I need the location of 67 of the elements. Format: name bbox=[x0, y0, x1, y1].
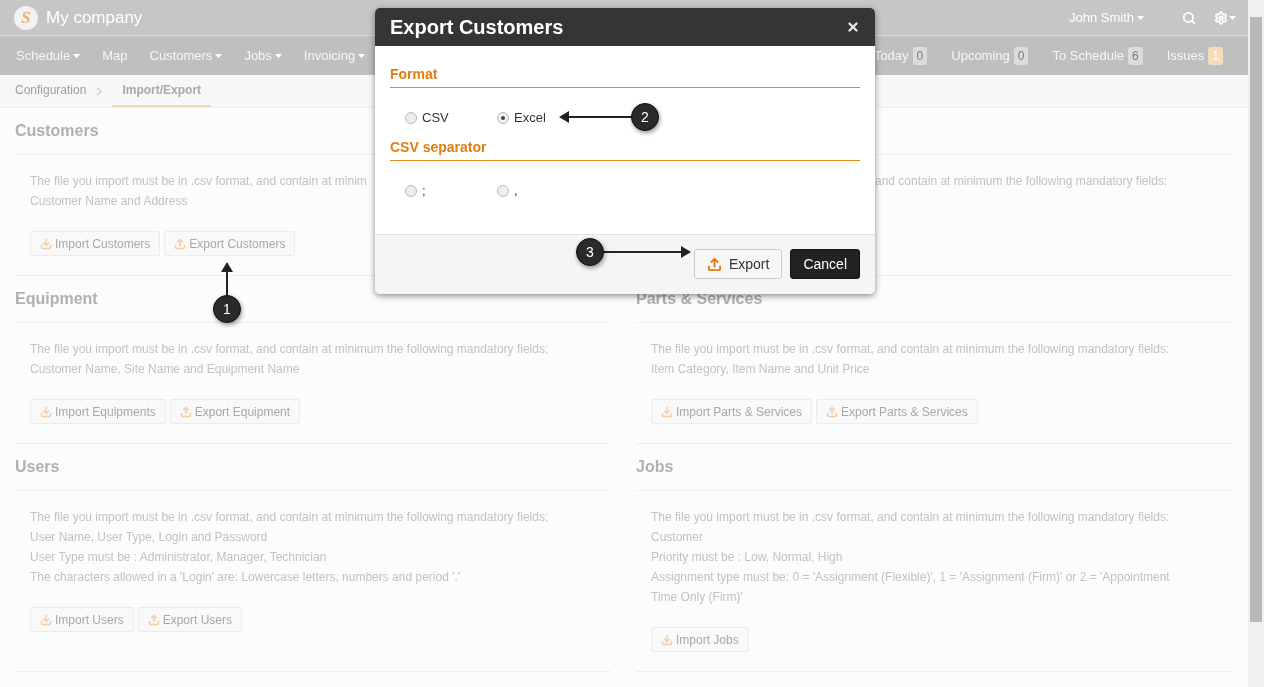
breadcrumb-item[interactable]: Configuration bbox=[15, 75, 87, 107]
step-badge: 1 bbox=[213, 295, 241, 323]
company-logo: S bbox=[14, 5, 38, 30]
radio-option[interactable]: Excel bbox=[497, 110, 581, 125]
company-name: My company bbox=[46, 7, 143, 28]
upload-icon bbox=[706, 256, 722, 272]
section-text: The characters allowed in a 'Login' are: Lowercase letters, numbers and period '.' bbox=[30, 569, 461, 586]
section-title: Customers bbox=[15, 122, 99, 140]
import-button[interactable]: Import Parts & Services bbox=[651, 399, 813, 424]
section-title: Equipment bbox=[15, 290, 98, 308]
export-button[interactable]: Export Parts & Services bbox=[816, 399, 978, 424]
download-icon bbox=[40, 405, 52, 418]
radio-option[interactable]: , bbox=[497, 183, 581, 198]
download-icon bbox=[661, 633, 673, 646]
scrollbar[interactable] bbox=[1248, 0, 1264, 687]
section-text: Customer bbox=[651, 529, 703, 546]
export-button[interactable]: Export Customers bbox=[164, 231, 296, 256]
count-badge: 6 bbox=[1128, 46, 1143, 65]
breadcrumb-item[interactable]: Import/Export bbox=[112, 75, 212, 107]
download-icon bbox=[40, 237, 52, 250]
section-title: Users bbox=[15, 458, 60, 476]
upload-icon bbox=[179, 405, 192, 418]
section-text: Customer Name and Address bbox=[30, 193, 188, 210]
radio-icon[interactable] bbox=[405, 111, 417, 124]
radio-option[interactable]: ; bbox=[405, 183, 489, 198]
caret-icon bbox=[73, 53, 81, 58]
import-button[interactable]: Import Users bbox=[30, 607, 134, 632]
cancel-button[interactable]: Cancel bbox=[790, 249, 860, 279]
export-button[interactable]: Export Equipment bbox=[169, 399, 301, 424]
caret-icon bbox=[274, 53, 282, 58]
export-button[interactable]: Export Users bbox=[137, 607, 243, 632]
import-button[interactable]: Import Jobs bbox=[651, 627, 749, 652]
download-icon bbox=[661, 405, 673, 418]
radio-icon[interactable] bbox=[405, 184, 417, 197]
upload-icon bbox=[147, 613, 160, 626]
import-button[interactable]: Import Equipments bbox=[30, 399, 166, 424]
section-text: User Name, User Type, Login and Password bbox=[30, 529, 268, 546]
upload-icon bbox=[826, 405, 839, 418]
close-icon[interactable] bbox=[846, 20, 860, 34]
section-text: Item Category, Item Name and Unit Price bbox=[651, 361, 870, 378]
user-menu[interactable]: John Smith bbox=[1068, 10, 1144, 25]
section-text: Assignment type must be: 0 = 'Assignment (Flexible)', 1 = 'Assignment (Firm)' or 2 = 'Appointment Time Only (Firm)' bbox=[651, 569, 1171, 606]
group-title: Format bbox=[390, 66, 860, 88]
count-badge: 0 bbox=[1013, 46, 1029, 65]
section-title: Jobs bbox=[636, 458, 674, 476]
caret-icon bbox=[358, 53, 366, 58]
section-text: User Type must be : Administrator, Manager, Technician bbox=[30, 549, 327, 566]
import-button[interactable]: Import Customers bbox=[30, 231, 161, 256]
upload-icon bbox=[174, 237, 187, 250]
download-icon bbox=[40, 613, 52, 626]
count-badge: 1 bbox=[1208, 46, 1223, 65]
caret-icon bbox=[1229, 15, 1236, 20]
export-button[interactable]: Export bbox=[693, 249, 783, 279]
radio-option[interactable]: CSV bbox=[405, 110, 489, 125]
section-text: Customer Name, Site Name and Equipment Name bbox=[30, 361, 300, 378]
caret-icon bbox=[1137, 15, 1144, 20]
group-title: CSV separator bbox=[390, 139, 860, 161]
count-badge: 0 bbox=[912, 46, 928, 65]
chevron-icon bbox=[96, 86, 103, 96]
section-text: and contain at minimum the following mandatory fields: bbox=[875, 173, 1168, 190]
section-text: Priority must be : Low, Normal, High bbox=[651, 549, 843, 566]
settings-icon[interactable] bbox=[1214, 10, 1236, 25]
radio-icon[interactable] bbox=[497, 184, 509, 197]
search-icon[interactable] bbox=[1182, 10, 1196, 25]
caret-icon bbox=[215, 53, 223, 58]
dialog-title: Export Customers bbox=[390, 15, 564, 39]
radio-icon[interactable] bbox=[497, 111, 509, 124]
